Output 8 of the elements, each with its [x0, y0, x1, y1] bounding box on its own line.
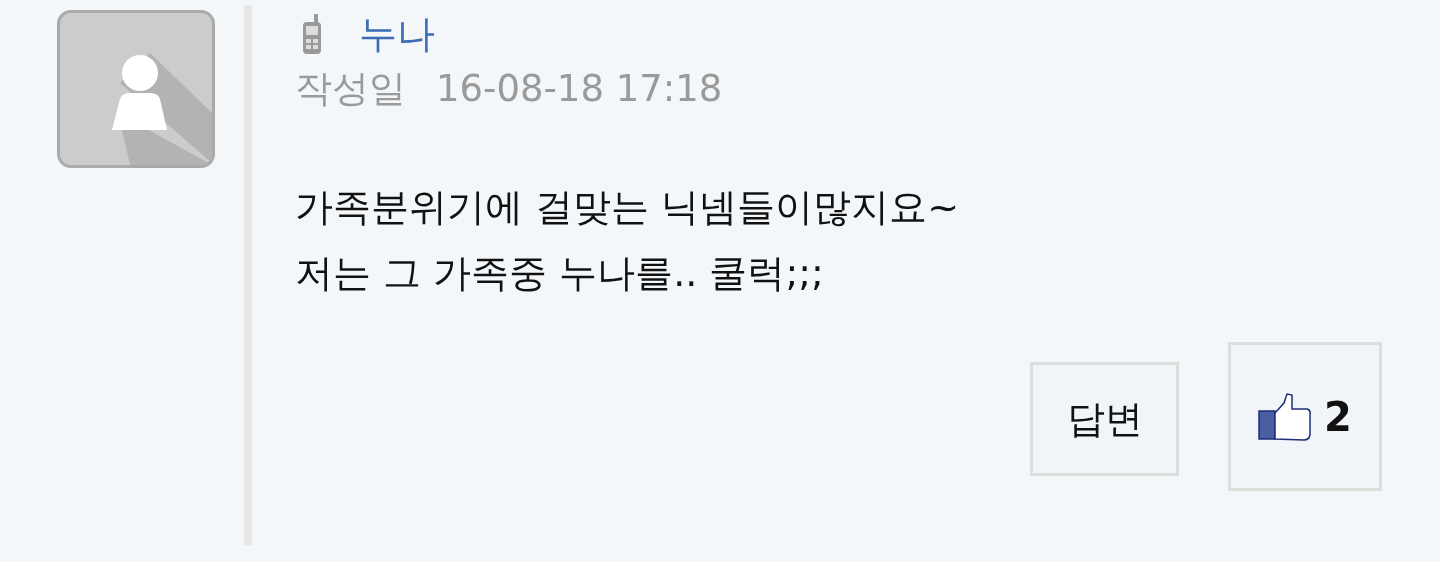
avatar-icon: [57, 10, 215, 168]
date-label: 작성일: [295, 66, 406, 112]
thumbs-up-icon: [1258, 392, 1313, 441]
post-date: 16-08-18 17:18: [436, 66, 723, 112]
author-name[interactable]: 누나: [359, 11, 435, 57]
like-button[interactable]: 2: [1228, 342, 1382, 491]
comment-text: 가족분위기에 걸맞는 닉넴들이많지요~ 저는 그 가족중 누나를.. 쿨럭;;;: [295, 184, 960, 297]
reply-button[interactable]: 답변: [1030, 362, 1179, 476]
